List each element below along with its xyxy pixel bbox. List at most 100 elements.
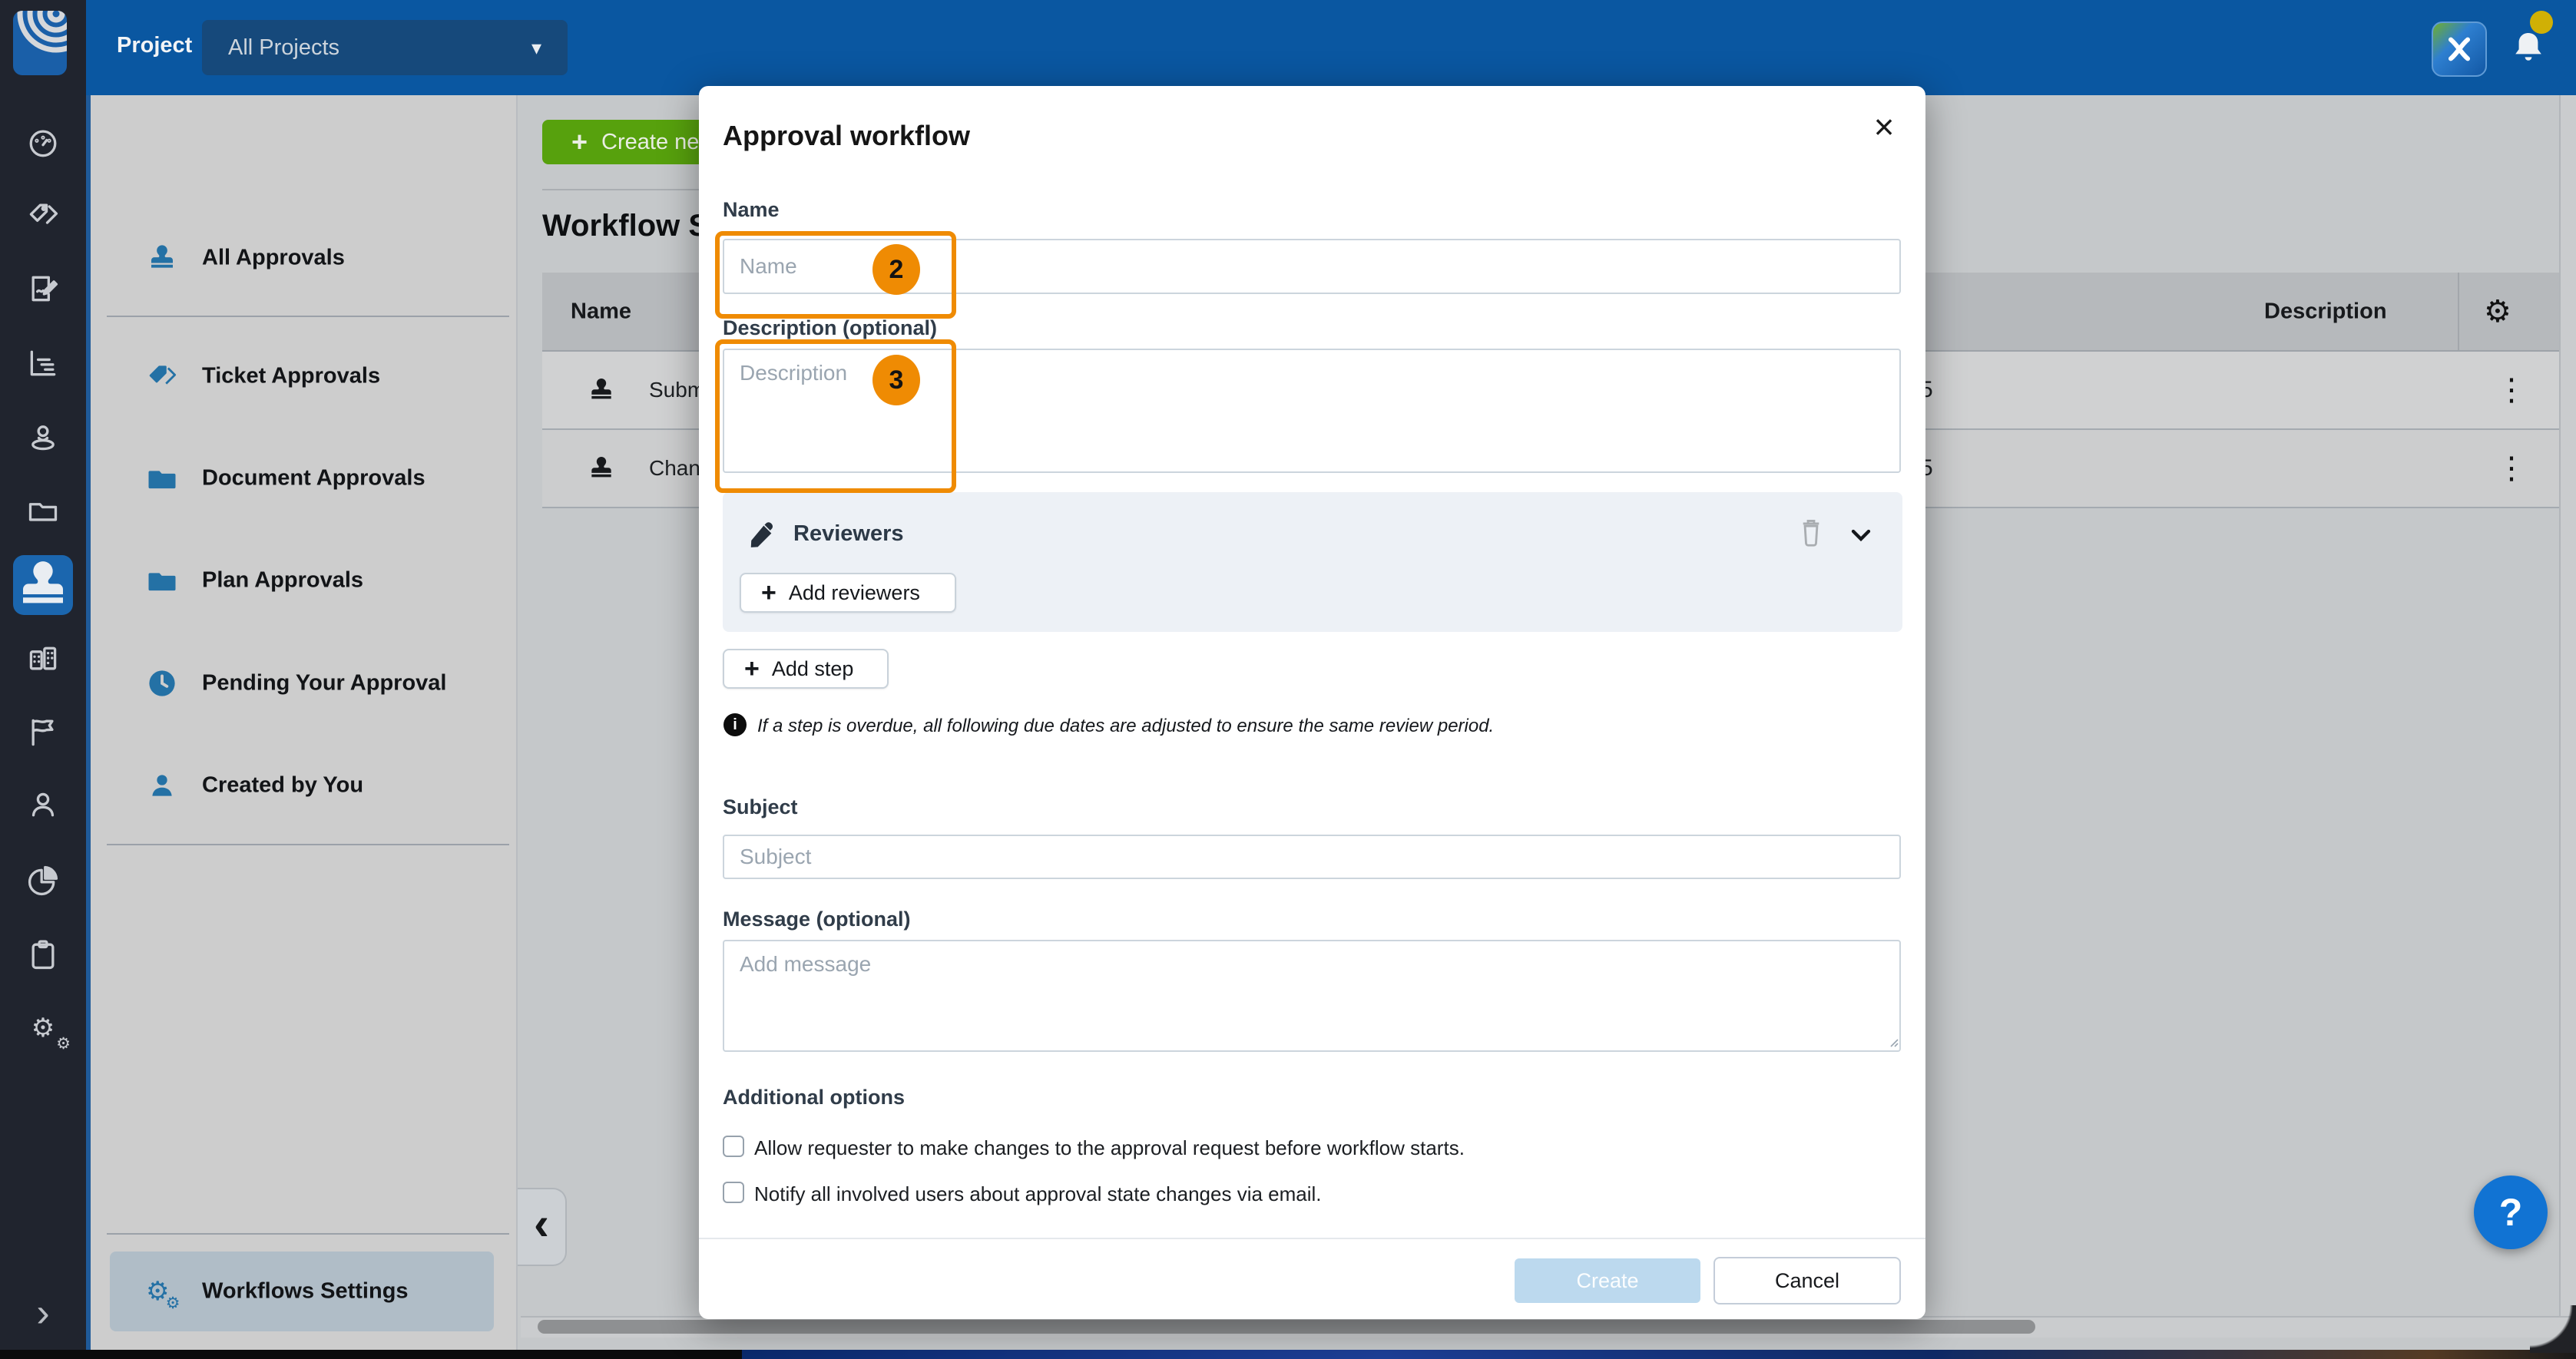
name-label: Name (723, 198, 780, 222)
gears-icon: ⚙⚙ (146, 1278, 169, 1304)
column-header-name[interactable]: Name (571, 299, 631, 324)
message-textarea[interactable] (723, 940, 1901, 1052)
create-button[interactable]: Create (1515, 1258, 1700, 1303)
sidebar-item-label: Workflows Settings (202, 1279, 409, 1304)
project-selector[interactable]: All Projects ▾ (202, 20, 568, 75)
subject-input[interactable] (723, 835, 1901, 879)
app-root: Project All Projects ▾ (0, 0, 2576, 1359)
message-label: Message (optional) (723, 908, 911, 931)
sidebar-item-label: Document Approvals (202, 466, 425, 491)
help-button[interactable]: ? (2474, 1175, 2548, 1249)
checkbox-notify-users[interactable] (723, 1182, 744, 1203)
sidebar-item-label: Ticket Approvals (202, 364, 380, 389)
chart-icon[interactable] (26, 346, 60, 380)
tags-icon (146, 360, 178, 392)
row-menu-kebab-icon[interactable]: ⋮ (2496, 451, 2527, 486)
top-bar: Project All Projects ▾ (0, 0, 2576, 95)
sidebar-divider (107, 844, 509, 845)
clipboard-icon[interactable] (26, 937, 60, 971)
info-icon: i (723, 713, 747, 736)
sidebar-item-ticket-approvals[interactable]: Ticket Approvals (91, 338, 518, 415)
dashboard-icon[interactable] (26, 126, 60, 160)
sidebar-item-label: All Approvals (202, 246, 345, 271)
modal-title: Approval workflow (723, 120, 970, 152)
notifications-button[interactable] (2510, 28, 2547, 69)
info-text: If a step is overdue, all following due … (757, 716, 1494, 737)
sidebar-item-label: Pending Your Approval (202, 671, 447, 696)
sidebar-item-label: Plan Approvals (202, 568, 363, 594)
buildings-icon[interactable] (26, 642, 60, 676)
sidebar-item-all-approvals[interactable]: All Approvals (91, 220, 518, 296)
pie-chart-icon[interactable] (26, 864, 60, 898)
sidebar-item-workflows-settings[interactable]: ⚙⚙ Workflows Settings (110, 1252, 494, 1331)
plus-icon: + (744, 654, 760, 684)
close-icon[interactable]: × (1863, 106, 1905, 147)
add-step-button[interactable]: + Add step (723, 649, 889, 689)
tags-icon[interactable] (26, 198, 60, 232)
checkbox-notify-users-label: Notify all involved users about approval… (754, 1182, 1322, 1206)
project-label: Project (117, 33, 192, 58)
resize-handle-icon[interactable] (1886, 1035, 1899, 1047)
clock-icon (146, 667, 178, 699)
stamp-icon (13, 555, 73, 615)
stamp-icon (587, 375, 616, 405)
additional-options-label: Additional options (723, 1086, 905, 1109)
checkbox-allow-requester-label: Allow requester to make changes to the a… (754, 1136, 1465, 1160)
notification-badge (2530, 11, 2553, 34)
workflow-name: Chan (649, 456, 700, 481)
reviewers-step-panel: Reviewers + Add reviewers (723, 492, 1902, 632)
vertical-scrollbar[interactable] (2559, 95, 2576, 1336)
brand-logo[interactable] (13, 11, 67, 75)
chevron-down-icon: ▾ (531, 36, 541, 60)
trash-icon[interactable] (1796, 515, 1826, 549)
sidebar-divider (107, 1233, 509, 1235)
add-reviewers-label: Add reviewers (789, 581, 920, 605)
app-switcher-button[interactable] (2432, 21, 2487, 77)
folder-icon (146, 564, 178, 597)
tutorial-step-badge: 3 (872, 355, 920, 405)
person-icon[interactable] (26, 788, 60, 822)
plus-icon: + (761, 578, 776, 608)
stamp-icon (587, 454, 616, 483)
folder-icon[interactable] (26, 494, 60, 527)
column-separator (2458, 273, 2459, 350)
document-sign-icon[interactable] (26, 272, 60, 306)
rail-expand-icon[interactable]: › (26, 1296, 60, 1330)
approvals-rail-item-active[interactable] (13, 555, 73, 615)
row-menu-kebab-icon[interactable]: ⋮ (2496, 372, 2527, 408)
workflow-name: Subm (649, 378, 705, 402)
person-icon (146, 769, 178, 802)
checkbox-allow-requester[interactable] (723, 1136, 744, 1157)
footer-divider (699, 1238, 1925, 1239)
stamp-icon (146, 242, 178, 274)
settings-gears-icon[interactable]: ⚙⚙ (26, 1011, 60, 1045)
add-reviewers-button[interactable]: + Add reviewers (740, 573, 956, 613)
app-switcher-icon (2442, 32, 2476, 66)
pencil-icon (747, 520, 776, 551)
window-corner (2530, 1305, 2576, 1353)
page-title: Workflow S (542, 209, 709, 243)
flag-icon[interactable] (26, 716, 60, 749)
sidebar-item-label: Created by You (202, 773, 363, 799)
sidebar-collapse-button[interactable]: ‹ (518, 1188, 567, 1266)
cancel-button[interactable]: Cancel (1713, 1257, 1901, 1304)
column-header-description[interactable]: Description (2264, 299, 2387, 324)
project-selector-value: All Projects (228, 35, 339, 61)
sidebar-item-plan-approvals[interactable]: Plan Approvals (91, 542, 518, 619)
chevron-left-icon: ‹ (534, 1205, 549, 1242)
add-step-label: Add step (772, 657, 854, 681)
table-settings-gear-icon[interactable]: ⚙ (2484, 294, 2511, 329)
tutorial-step-badge: 2 (872, 244, 920, 295)
sidebar-item-document-approvals[interactable]: Document Approvals (91, 440, 518, 517)
description-label: Description (optional) (723, 316, 937, 340)
chevron-down-icon[interactable] (1846, 520, 1876, 551)
desktop-wallpaper-strip (742, 1350, 2576, 1359)
plus-icon: + (571, 126, 588, 158)
approval-workflow-modal: Approval workflow × Name 2 Description (… (699, 86, 1925, 1319)
window-bottom-edge (0, 1350, 742, 1359)
sidebar-item-created-by-you[interactable]: Created by You (91, 747, 518, 824)
sidebar-item-pending-your-approval[interactable]: Pending Your Approval (91, 645, 518, 722)
create-new-label: Create nev (601, 130, 710, 155)
horizontal-scrollbar-thumb[interactable] (538, 1320, 2035, 1334)
person-pin-icon[interactable] (26, 420, 60, 454)
